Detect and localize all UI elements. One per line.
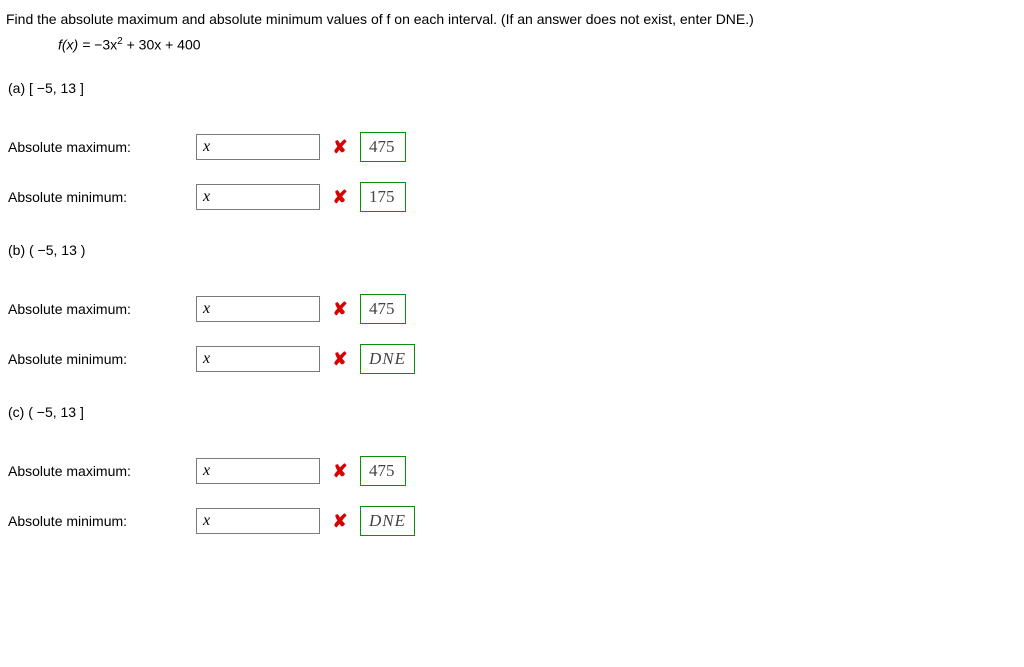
- part-b-label: (b) ( −5, 13 ): [8, 242, 1018, 258]
- part-c-max-row: Absolute maximum: x ✘ 475: [8, 450, 1018, 492]
- answer-input[interactable]: x: [196, 296, 320, 322]
- wrong-icon: ✘: [332, 461, 348, 482]
- abs-min-label: Absolute minimum:: [8, 351, 196, 367]
- fn-lhs: f(x) =: [58, 36, 94, 52]
- wrong-icon: ✘: [332, 299, 348, 320]
- abs-max-label: Absolute maximum:: [8, 139, 196, 155]
- part-a-min-row: Absolute minimum: x ✘ 175: [8, 176, 1018, 218]
- abs-max-label: Absolute maximum:: [8, 463, 196, 479]
- answer-input[interactable]: x: [196, 184, 320, 210]
- correct-answer-box: 175: [360, 182, 406, 212]
- answer-input[interactable]: x: [196, 346, 320, 372]
- answer-input[interactable]: x: [196, 134, 320, 160]
- function-definition: f(x) = −3x2 + 30x + 400: [58, 36, 1018, 53]
- correct-answer-box: DNE: [360, 344, 415, 374]
- part-b-max-row: Absolute maximum: x ✘ 475: [8, 288, 1018, 330]
- part-c-label: (c) ( −5, 13 ]: [8, 404, 1018, 420]
- question-prompt: Find the absolute maximum and absolute m…: [6, 10, 1018, 30]
- part-a-label: (a) [ −5, 13 ]: [8, 80, 1018, 96]
- prompt-text: Find the absolute maximum and absolute m…: [6, 11, 754, 27]
- correct-answer-box: 475: [360, 294, 406, 324]
- fn-rhs-a: −3x: [94, 36, 117, 52]
- answer-input[interactable]: x: [196, 458, 320, 484]
- correct-answer-box: 475: [360, 132, 406, 162]
- answer-input[interactable]: x: [196, 508, 320, 534]
- part-c-min-row: Absolute minimum: x ✘ DNE: [8, 500, 1018, 542]
- wrong-icon: ✘: [332, 349, 348, 370]
- correct-answer-box: DNE: [360, 506, 415, 536]
- abs-min-label: Absolute minimum:: [8, 513, 196, 529]
- wrong-icon: ✘: [332, 187, 348, 208]
- wrong-icon: ✘: [332, 137, 348, 158]
- abs-max-label: Absolute maximum:: [8, 301, 196, 317]
- part-a-max-row: Absolute maximum: x ✘ 475: [8, 126, 1018, 168]
- correct-answer-box: 475: [360, 456, 406, 486]
- part-b-min-row: Absolute minimum: x ✘ DNE: [8, 338, 1018, 380]
- fn-rhs-b: + 30x + 400: [123, 36, 201, 52]
- wrong-icon: ✘: [332, 511, 348, 532]
- abs-min-label: Absolute minimum:: [8, 189, 196, 205]
